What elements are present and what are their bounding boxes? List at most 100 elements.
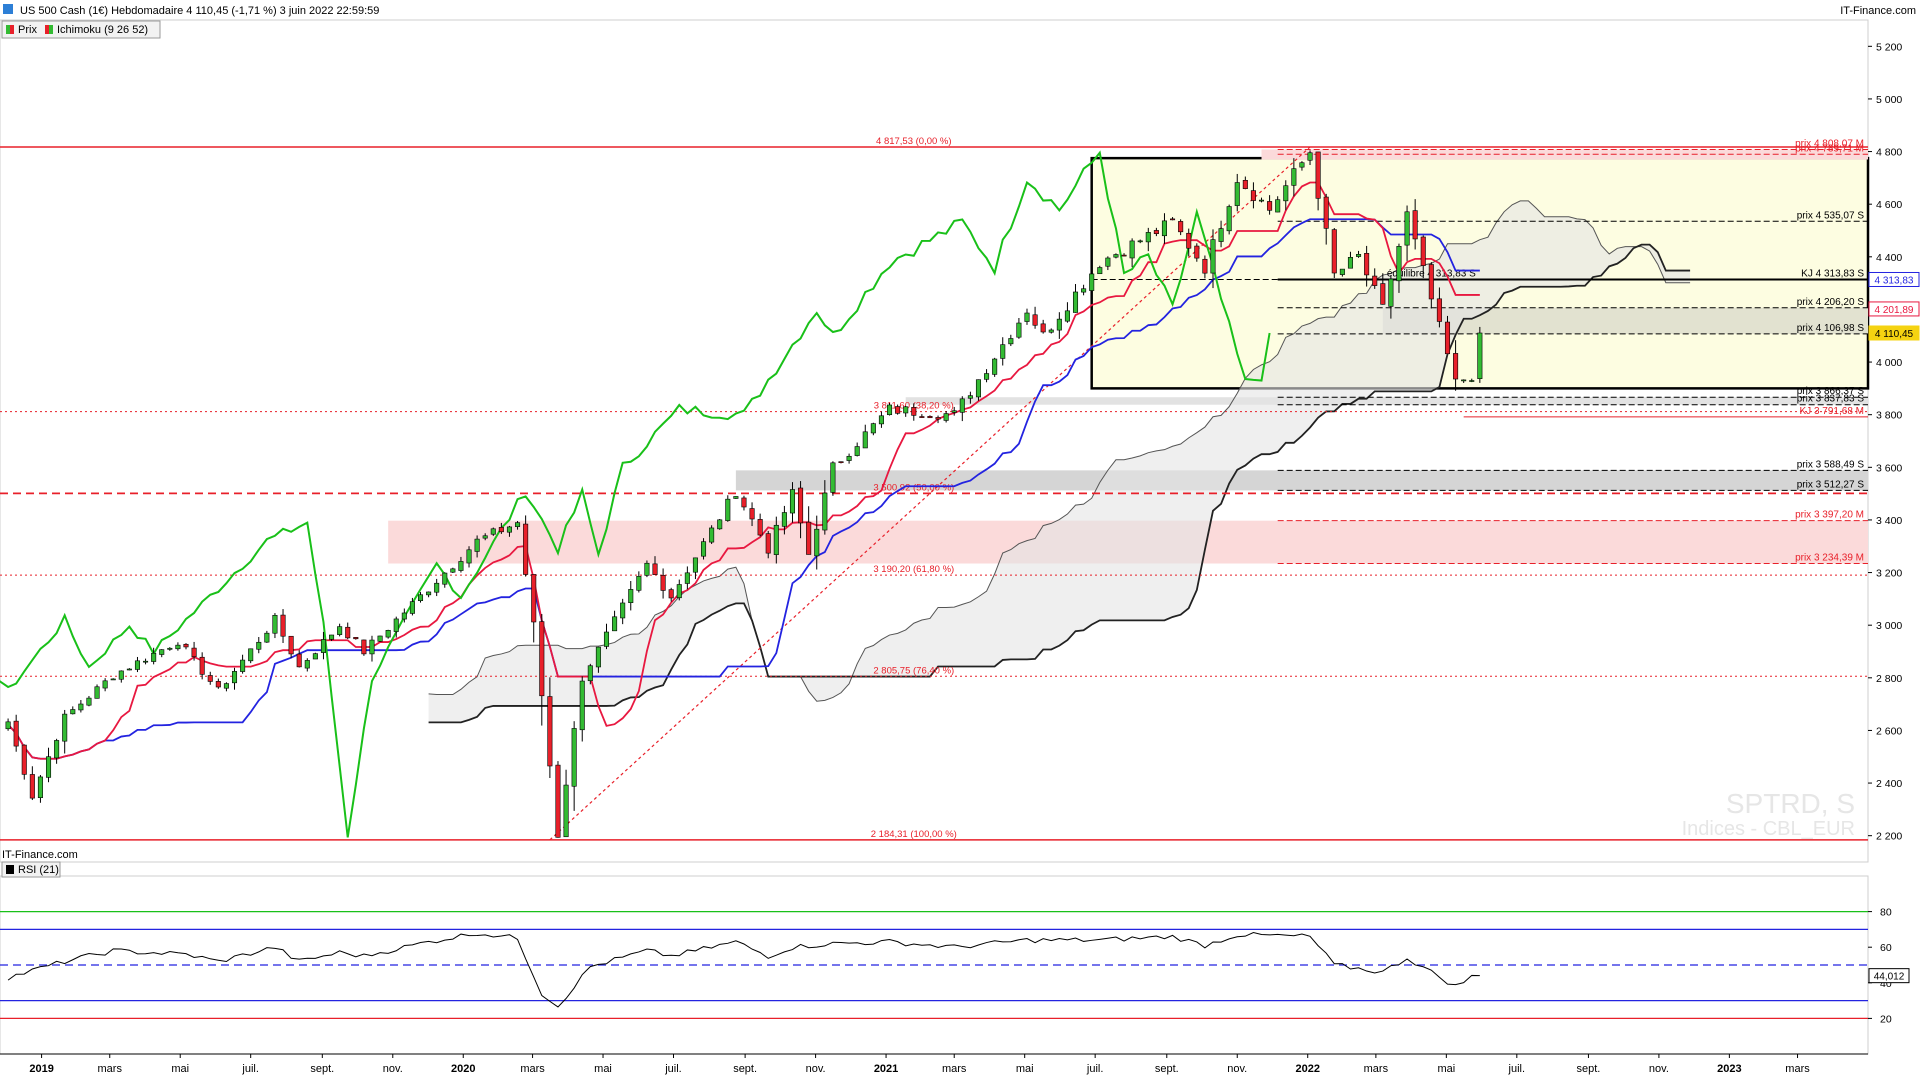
candle-body [927, 416, 933, 419]
y-tick-label: 3 600 [1876, 462, 1902, 474]
brand-link[interactable]: IT-Finance.com [1840, 5, 1916, 17]
candle-body [741, 497, 747, 508]
candle-body [1372, 275, 1378, 286]
candle-body [1339, 268, 1345, 275]
candle-body [992, 358, 998, 375]
candle-body [1412, 210, 1418, 240]
y-tick-label: 2 600 [1876, 725, 1902, 737]
candle-body [1089, 273, 1095, 291]
candle-body [984, 373, 990, 380]
candle-body [781, 512, 787, 527]
chart-canvas: 4 817,53 (0,00 %)3 811,60 (38,20 %)3 500… [0, 4, 1920, 1075]
x-tick-label: nov. [806, 1063, 826, 1075]
candle-body [1388, 278, 1394, 307]
candle-body [353, 637, 359, 640]
candle-body [531, 574, 537, 623]
candle-body [490, 528, 496, 535]
candle-body [822, 492, 828, 531]
rsi-y-tick-label: 20 [1880, 1013, 1892, 1025]
rsi-current-label: 44,012 [1874, 972, 1905, 983]
candle-body [506, 526, 512, 533]
price-level-label: prix 4 206,20 S [1797, 297, 1865, 308]
price-level-label: prix 3 397,20 M [1795, 510, 1864, 521]
y-tick-label: 4 800 [1876, 147, 1902, 159]
candle-body [280, 614, 286, 637]
candle-body [636, 576, 642, 591]
rsi-legend-label[interactable]: RSI (21) [18, 864, 59, 876]
y-tick-label: 3 400 [1876, 515, 1902, 527]
candle-body [1461, 379, 1467, 382]
candle-body [118, 670, 124, 680]
candle-body [1113, 254, 1119, 258]
candle-body [870, 423, 876, 434]
candle-body [337, 626, 343, 635]
y-tick-label: 2 400 [1876, 778, 1902, 790]
candle-body [1008, 338, 1014, 345]
candle-body [126, 668, 132, 671]
candle-body [54, 740, 60, 759]
legend-price-label[interactable]: Prix [18, 24, 37, 36]
candle-body [935, 417, 941, 420]
price-box-label: 4 110,45 [1875, 329, 1914, 340]
candle-body [86, 697, 92, 706]
candle-body [248, 648, 254, 662]
x-tick-label: mars [1785, 1063, 1810, 1075]
candle-body [1291, 168, 1297, 186]
y-tick-label: 2 200 [1876, 831, 1902, 843]
candle-body [1040, 323, 1046, 333]
candle-body [911, 407, 917, 416]
candle-body [1315, 151, 1321, 199]
candle-body [1453, 353, 1459, 380]
legend-ichimoku-label[interactable]: Ichimoku (9 26 52) [57, 24, 148, 36]
candle-body [377, 635, 383, 642]
candle-body [458, 561, 464, 571]
candle-body [652, 563, 658, 575]
candle-body [1161, 220, 1167, 237]
x-tick-label: mars [98, 1063, 123, 1075]
candle-body [587, 665, 593, 682]
candle-body [539, 621, 545, 697]
candle-body [798, 487, 804, 524]
candle-body [878, 415, 884, 425]
candle-body [1121, 254, 1127, 257]
candle-body [717, 519, 723, 530]
candle-body [1283, 185, 1289, 202]
candle-body [1016, 322, 1022, 338]
candle-body [1250, 190, 1256, 201]
candle-body [442, 572, 448, 585]
candle-body [329, 634, 335, 640]
rsi-y-tick-label: 80 [1880, 907, 1892, 919]
candle-body [668, 589, 674, 599]
candle-body [830, 462, 836, 493]
candle-body [595, 646, 601, 668]
candle-body [773, 524, 779, 555]
candle-body [345, 626, 351, 639]
rsi-legend-swatch-icon [6, 865, 14, 874]
candle-body [523, 523, 529, 575]
candle-body [320, 639, 326, 653]
candle-body [385, 630, 391, 638]
price-axis: 2 200 2 400 2 600 2 800 3 000 3 200 3 400 3 600… [1868, 41, 1902, 843]
candle-body [159, 649, 165, 655]
candle-body [296, 653, 302, 668]
candle-body [644, 562, 650, 576]
candle-body [264, 632, 270, 643]
candle-body [223, 683, 229, 689]
x-tick-label: 2020 [451, 1063, 475, 1075]
price-level-label: prix 4 789,71 M [1795, 143, 1864, 154]
x-tick-label: nov. [1649, 1063, 1669, 1075]
candle-body [1129, 240, 1135, 259]
candle-body [919, 416, 925, 418]
candle-body [943, 413, 949, 421]
candle-body [199, 656, 205, 675]
candle-body [1275, 199, 1281, 213]
candle-body [1048, 329, 1054, 333]
candle-body [110, 678, 116, 681]
candle-body [660, 574, 666, 591]
legend-ichimoku-swatch-icon [45, 25, 49, 34]
candle-body [78, 703, 84, 711]
candle-body [903, 406, 909, 414]
candle-body [62, 713, 68, 742]
candle-body [692, 557, 698, 573]
candle-body [1307, 152, 1313, 161]
